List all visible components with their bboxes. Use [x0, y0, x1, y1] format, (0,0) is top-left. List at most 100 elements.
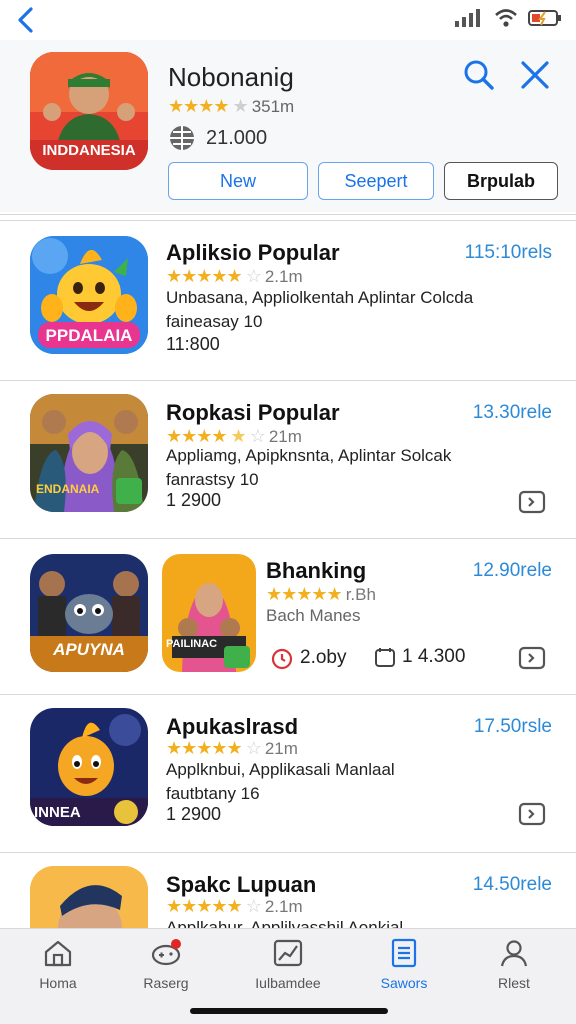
app-store-screen: INDDANESIA Nobonanig ★★★★ ★ 351m 21.000 N…	[0, 0, 576, 1024]
tab-label: Rlest	[498, 975, 530, 991]
home-icon	[44, 940, 72, 967]
app-rating-count: r.Bh	[345, 584, 376, 604]
app-subtitle: Bach Manes	[266, 606, 361, 625]
app-icon-label: INNEA	[34, 804, 81, 821]
app-description-line: faineasay 10	[166, 312, 263, 331]
app-name: Bhanking	[266, 558, 367, 583]
app-stat-value: 1 4.300	[402, 646, 466, 667]
tab-rlest[interactable]: Rlest	[464, 937, 564, 997]
app-description: Applknbui, Applikasali Manlaal fautbtany…	[166, 758, 506, 806]
app-icon[interactable]: INNEA	[30, 708, 148, 826]
app-rating: ★★★★★☆ 21m	[166, 738, 298, 759]
divider	[0, 694, 576, 695]
battery-icon	[528, 10, 561, 26]
app-icon-label: ENDANAIA	[36, 482, 100, 496]
app-price[interactable]: 13.30rele	[473, 402, 552, 424]
segment-new[interactable]: New	[168, 162, 308, 200]
calendar-icon	[375, 648, 395, 667]
person-icon	[500, 940, 528, 967]
app-rating: ★★★★★ ☆ 2.1m	[166, 266, 303, 287]
tab-raserg[interactable]: Raserg	[116, 937, 216, 997]
star-icon: ★★★★★	[166, 266, 243, 286]
app-rating-count: 2.1m	[264, 266, 303, 286]
list-item[interactable]: INNEA Apukaslrasd 17.50rsle ★★★★★ ☆ 21m A…	[0, 696, 576, 854]
app-name: Spakc Lupuan	[166, 872, 317, 897]
tab-sawors[interactable]: Sawors	[354, 937, 454, 997]
segment-brpulab[interactable]: Brpulab	[444, 162, 558, 200]
list-item[interactable]: Spakc Lupuan 14.50rele ★★★★★ ☆ 2.1m Applk…	[0, 854, 576, 928]
divider	[0, 214, 576, 215]
app-price[interactable]: 12.90rele	[473, 560, 552, 582]
header-downloads-count: 21.000	[206, 126, 268, 149]
app-name: Apliksio Popular	[166, 240, 340, 265]
app-name: Apukaslrasd	[166, 714, 299, 739]
star-icon: ★★★★★	[166, 896, 243, 916]
globe-icon	[170, 126, 194, 150]
featured-app-icon[interactable]: INDDANESIA	[30, 52, 148, 170]
app-description-line: Unbasana, Appliolkentah Aplintar Colcda	[166, 288, 474, 307]
app-size: 1 2900	[166, 490, 222, 510]
header-rating-count: 351m	[251, 96, 295, 116]
tab-label: Raserg	[143, 975, 189, 991]
chart-icon	[273, 939, 303, 967]
divider	[0, 852, 576, 853]
app-icon[interactable]: APUYNA	[30, 554, 148, 672]
star-icon: ☆	[245, 896, 262, 916]
header-downloads: 21.000	[168, 124, 267, 152]
list-icon	[391, 938, 417, 968]
app-description-line: Applkahur, Applilvasshil Aonkial	[166, 918, 404, 928]
divider	[0, 538, 576, 539]
app-price[interactable]: 17.50rsle	[474, 716, 552, 738]
divider	[0, 220, 576, 221]
open-app-icon[interactable]	[518, 802, 546, 826]
app-icon-label: APUYNA	[53, 640, 125, 659]
tab-label: Homa	[39, 975, 77, 991]
app-icon[interactable]	[30, 866, 148, 928]
list-item[interactable]: PPDALAIA Apliksio Popular 115:10rels ★★★…	[0, 222, 576, 380]
header-rating: ★★★★ ★ 351m	[168, 96, 294, 117]
app-icon-label: PPDALAIA	[45, 326, 133, 345]
search-icon[interactable]	[462, 58, 496, 92]
app-description-line: Applknbui, Applikasali Manlaal	[166, 760, 395, 779]
star-icon: ★★★★	[168, 96, 230, 116]
tab-iulbamdee[interactable]: Iulbamdee	[238, 937, 338, 997]
app-icon[interactable]: PPDALAIA	[30, 236, 148, 354]
close-icon[interactable]	[518, 58, 552, 92]
back-icon[interactable]	[12, 4, 42, 36]
tab-homa[interactable]: Homa	[8, 937, 108, 997]
list-item[interactable]: APUYNA PAILINAC Bhanking 12.90rele ★★★★★…	[0, 540, 576, 698]
app-icon-secondary-label: PAILINAC	[166, 638, 218, 650]
app-rating-count: 21m	[264, 738, 298, 758]
games-icon	[151, 939, 181, 966]
star-icon: ★	[232, 96, 249, 116]
app-price[interactable]: 115:10rels	[465, 242, 552, 264]
star-icon: ★★★★★	[166, 738, 243, 758]
home-indicator[interactable]	[190, 1008, 388, 1014]
app-stat-value: 2.oby	[300, 647, 347, 668]
divider	[0, 380, 576, 381]
open-app-icon[interactable]	[518, 490, 546, 514]
app-description-line: Appliamg, Apipknsnta, Aplintar Solcak	[166, 446, 452, 465]
app-rating-count: 2.1m	[264, 896, 303, 916]
star-icon: ★★★★★	[266, 584, 343, 604]
app-rating: ★★★★★ r.Bh	[266, 584, 376, 605]
tab-label: Sawors	[380, 975, 428, 991]
app-description: Appliamg, Apipknsnta, Aplintar Solcak fa…	[166, 444, 506, 492]
tab-label: Iulbamdee	[255, 975, 321, 991]
app-icon[interactable]: ENDANAIA	[30, 394, 148, 512]
app-rating: ★★★★★ ☆ 2.1m	[166, 896, 303, 917]
open-app-icon[interactable]	[518, 646, 546, 670]
app-description: Applkahur, Applilvasshil Aonkial	[166, 916, 506, 928]
app-stat-likes: 2.oby	[270, 646, 346, 670]
list-item[interactable]: ENDANAIA Ropkasi Popular 13.30rele ★★★★ ★…	[0, 382, 576, 540]
app-icon-secondary[interactable]: PAILINAC	[162, 554, 256, 672]
featured-app-icon-label: INDDANESIA	[42, 142, 136, 159]
wifi-icon	[495, 9, 517, 27]
app-stat-size: 1 4.300	[374, 646, 465, 668]
star-icon: ☆	[245, 266, 262, 286]
segment-seepert[interactable]: Seepert	[318, 162, 434, 200]
star-icon: ☆	[245, 738, 262, 758]
app-name: Ropkasi Popular	[166, 400, 340, 425]
app-price[interactable]: 14.50rele	[473, 874, 552, 896]
app-size: 11:800	[166, 334, 220, 354]
